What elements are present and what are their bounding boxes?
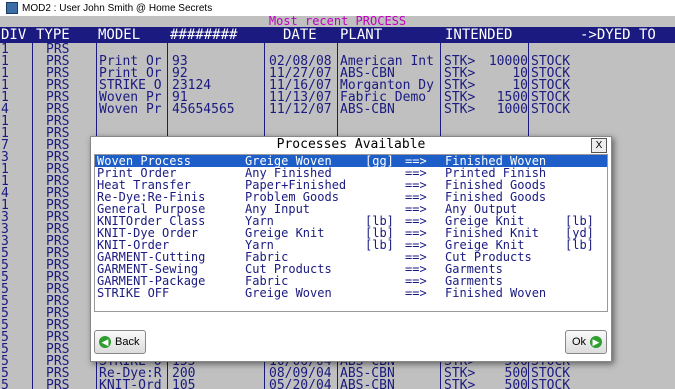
process-list[interactable]: Woven Process Greige Woven [gg] ==> Finished…	[94, 154, 608, 312]
table-row[interactable]: 5 PRS KNIT-Ord 105 05/20/04 ABS-CBN STK> 500 STO…	[0, 379, 675, 389]
ok-label: Ok	[571, 336, 586, 348]
process-list-item[interactable]: STRIKE OFF Greige Woven ==> Finished Woven	[95, 287, 607, 299]
processes-dialog: Processes Available X Woven Process Greig…	[90, 136, 612, 362]
col-model[interactable]: MODEL	[98, 27, 140, 43]
row-qty: 500	[504, 378, 528, 389]
terminal-screen: Most recent PROCESS DIV TYPE MODEL #####…	[0, 16, 675, 389]
row-plant: ABS-CBN	[340, 378, 395, 389]
dialog-title: Processes Available	[276, 137, 426, 152]
process-list-item[interactable]: KNIT-Dye Order Greige Knit [lb] ==> Finished…	[95, 227, 607, 239]
row-div: 5	[1, 378, 9, 389]
col-intended[interactable]: INTENDED	[445, 27, 512, 43]
col-plant[interactable]: PLANT	[340, 27, 382, 43]
back-arrow-icon: ◀	[99, 336, 111, 348]
col-hash[interactable]: ########	[170, 27, 237, 43]
row-number: 105	[172, 378, 196, 389]
row-date: 05/20/04	[269, 378, 332, 389]
app-icon	[6, 2, 18, 14]
back-button[interactable]: ◀ Back	[94, 330, 146, 354]
item-input: Greige Woven	[245, 286, 332, 300]
col-type[interactable]: TYPE	[36, 27, 70, 43]
row-model: KNIT-Ord	[99, 378, 162, 389]
col-div[interactable]: DIV	[1, 27, 26, 43]
ok-arrow-icon: ▶	[590, 336, 602, 348]
row-status: STOCK	[531, 378, 571, 389]
item-arrow: ==>	[405, 286, 427, 300]
col-date[interactable]: DATE	[283, 27, 317, 43]
back-label: Back	[115, 336, 140, 348]
item-output: Finished Woven	[445, 286, 547, 300]
item-name: STRIKE OFF	[97, 286, 170, 300]
row-type: PRS	[46, 378, 70, 389]
col-dyed[interactable]: ->DYED TO	[580, 27, 656, 43]
item-input-unit: [lb]	[365, 238, 394, 252]
close-button[interactable]: X	[591, 138, 607, 153]
item-input-unit: [gg]	[365, 154, 394, 168]
item-output-unit: [lb]	[565, 238, 594, 252]
window-titlebar: MOD2 : User John Smith @ Home Secrets	[0, 0, 675, 16]
ok-button[interactable]: Ok ▶	[565, 330, 607, 354]
window-title: MOD2 : User John Smith @ Home Secrets	[22, 2, 213, 14]
row-stk: STK>	[444, 378, 476, 389]
top-banner: Most recent PROCESS	[268, 16, 407, 28]
